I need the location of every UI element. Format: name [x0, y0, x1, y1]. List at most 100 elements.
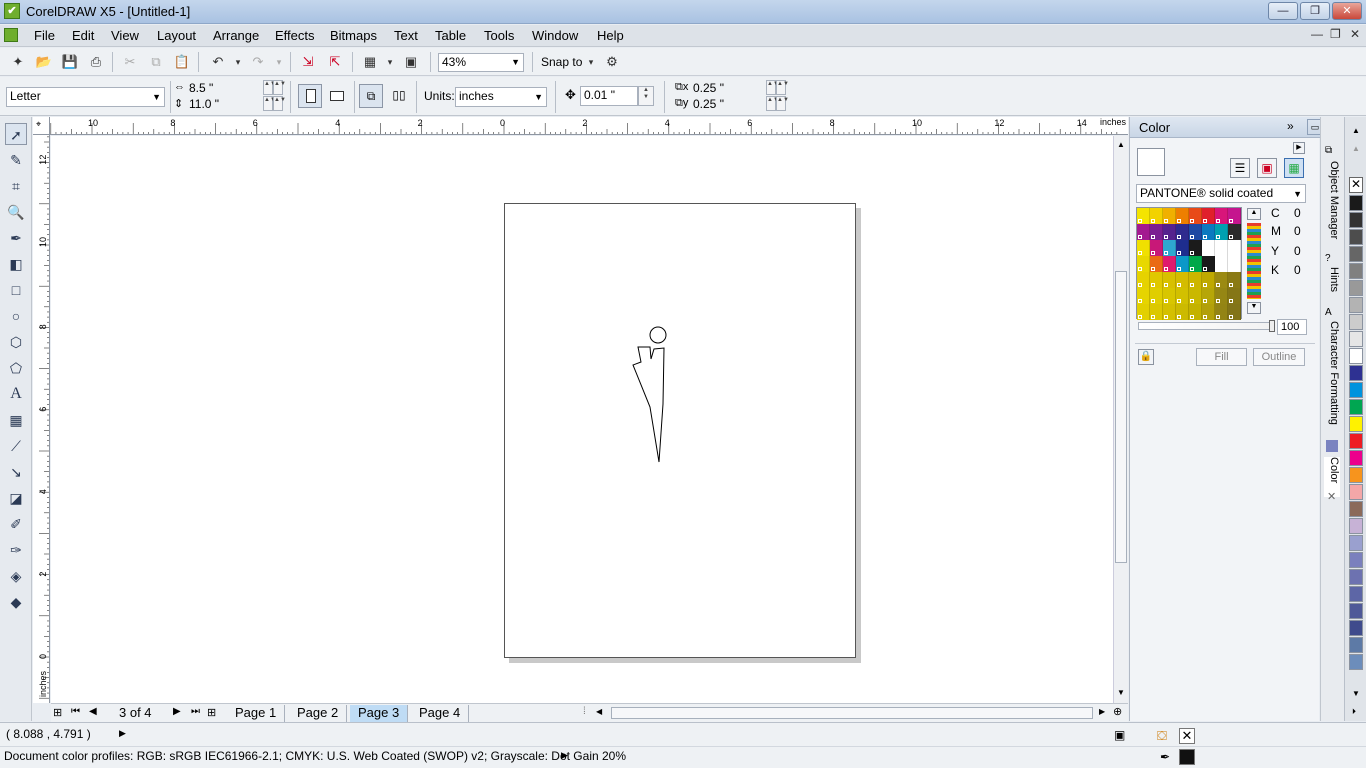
pantone-swatch[interactable]: [1163, 256, 1176, 272]
smart-fill-icon[interactable]: ◧: [5, 253, 27, 275]
swatch-scroll-down-icon[interactable]: ▼: [1247, 302, 1261, 314]
dimension-tool-icon[interactable]: ⟋: [5, 435, 27, 457]
vertical-ruler[interactable]: 12 10 8 6 4 2 0 inches: [33, 135, 50, 703]
menu-layout[interactable]: Layout: [157, 28, 196, 43]
ruler-origin[interactable]: ⌖: [33, 117, 50, 135]
all-pages-button[interactable]: ⧉: [359, 84, 383, 108]
pantone-swatch[interactable]: [1202, 304, 1215, 320]
pantone-swatch[interactable]: [1202, 224, 1215, 240]
pantone-swatch[interactable]: [1150, 256, 1163, 272]
menu-effects[interactable]: Effects: [275, 28, 315, 43]
palette-color-swatch[interactable]: [1349, 280, 1363, 296]
fill-button[interactable]: Fill: [1196, 348, 1247, 366]
options-icon[interactable]: ⚙: [602, 52, 622, 72]
width-lock[interactable]: ▲▼: [273, 80, 286, 95]
document-icon[interactable]: [4, 28, 18, 42]
last-page-icon[interactable]: ⏭: [191, 706, 200, 717]
palette-color-swatch[interactable]: [1349, 263, 1363, 279]
outline-button[interactable]: Outline: [1253, 348, 1305, 366]
palette-color-swatch[interactable]: [1349, 654, 1363, 670]
pantone-swatch[interactable]: [1163, 304, 1176, 320]
pantone-swatch[interactable]: [1137, 256, 1150, 272]
pantone-swatch[interactable]: [1202, 240, 1215, 256]
open-icon[interactable]: 📂: [34, 52, 54, 72]
cut-icon[interactable]: ✂: [120, 52, 140, 72]
palette-color-swatch[interactable]: [1349, 603, 1363, 619]
palette-color-swatch[interactable]: [1349, 450, 1363, 466]
pantone-swatch[interactable]: [1150, 224, 1163, 240]
palette-color-swatch[interactable]: [1349, 314, 1363, 330]
freehand-tool-icon[interactable]: ✒: [5, 227, 27, 249]
palette-color-swatch[interactable]: [1349, 552, 1363, 568]
palette-color-swatch[interactable]: [1349, 212, 1363, 228]
doc-minimize-button[interactable]: —: [1311, 27, 1323, 41]
blend-tool-icon[interactable]: ◪: [5, 487, 27, 509]
pantone-swatch[interactable]: [1137, 208, 1150, 224]
tab-character-formatting[interactable]: Character Formatting: [1324, 321, 1340, 441]
palette-color-swatch[interactable]: [1349, 501, 1363, 517]
menu-bitmaps[interactable]: Bitmaps: [330, 28, 377, 43]
palette-color-swatch[interactable]: [1349, 620, 1363, 636]
scroll-thumb[interactable]: [1115, 271, 1127, 563]
pantone-swatch[interactable]: [1228, 208, 1241, 224]
minimize-button[interactable]: —: [1268, 2, 1298, 20]
duplicate-x-field[interactable]: 0.25 ": [690, 80, 766, 96]
basic-shapes-icon[interactable]: ⬠: [5, 357, 27, 379]
undo-icon[interactable]: ↶: [208, 52, 228, 72]
dup-y-spinner-b[interactable]: ▲▼: [776, 96, 789, 111]
height-lock[interactable]: ▲▼: [273, 96, 286, 111]
menu-edit[interactable]: Edit: [72, 28, 94, 43]
nudge-spinner[interactable]: ▲ ▼: [638, 86, 654, 106]
interactive-fill-icon[interactable]: ◆: [5, 591, 27, 613]
no-color-icon[interactable]: ✕: [1349, 177, 1363, 193]
paper-size-select[interactable]: Letter ▼: [6, 87, 165, 107]
palette-select[interactable]: PANTONE® solid coated ▼: [1136, 184, 1306, 203]
page-tab-1[interactable]: Page 1: [227, 705, 286, 722]
menu-arrange[interactable]: Arrange: [213, 28, 259, 43]
pantone-swatch[interactable]: [1176, 208, 1189, 224]
crop-tool-icon[interactable]: ⌗: [5, 175, 27, 197]
pantone-swatch[interactable]: [1163, 240, 1176, 256]
palette-color-swatch[interactable]: [1349, 484, 1363, 500]
pantone-swatch[interactable]: [1137, 304, 1150, 320]
horizontal-ruler[interactable]: 10 8 6 4 2 0 2 4 6 8 10 12 14 inches: [50, 117, 1128, 135]
splitter-handle[interactable]: ⁞: [583, 706, 586, 717]
palette-color-swatch[interactable]: [1349, 195, 1363, 211]
pantone-swatch[interactable]: [1150, 272, 1163, 288]
page-width-field[interactable]: 8.5 ": [186, 80, 262, 96]
scroll-down-icon[interactable]: ▼: [1117, 688, 1125, 697]
palette-color-swatch[interactable]: [1349, 365, 1363, 381]
fill-color-indicator[interactable]: ✕: [1179, 728, 1195, 744]
undo-dropdown-icon[interactable]: ▾: [232, 57, 244, 68]
page-height-field[interactable]: 11.0 ": [186, 96, 262, 112]
pantone-swatch[interactable]: [1202, 256, 1215, 272]
coreldraw-app-icon[interactable]: ✔: [4, 3, 20, 19]
horizontal-scroll-thumb[interactable]: [611, 707, 1093, 719]
pantone-swatch[interactable]: [1176, 288, 1189, 304]
launcher-dropdown-icon[interactable]: ▾: [384, 57, 396, 68]
menu-text[interactable]: Text: [394, 28, 418, 43]
duplicate-y-field[interactable]: 0.25 ": [690, 96, 766, 112]
pantone-swatch[interactable]: [1150, 208, 1163, 224]
scroll-left-icon[interactable]: ◀: [596, 707, 602, 716]
pantone-swatch[interactable]: [1137, 240, 1150, 256]
redo-icon[interactable]: ↷: [248, 52, 268, 72]
page-tab-2[interactable]: Page 2: [289, 705, 348, 722]
nudge-distance-field[interactable]: 0.01 ": [580, 86, 638, 106]
pantone-swatch[interactable]: [1150, 288, 1163, 304]
redo-dropdown-icon[interactable]: ▾: [273, 57, 285, 68]
pantone-swatch[interactable]: [1215, 304, 1228, 320]
tab-hints[interactable]: Hints: [1324, 267, 1340, 307]
page-tab-4[interactable]: Page 4: [411, 705, 470, 722]
new-icon[interactable]: ✦: [8, 52, 28, 72]
outline-color-indicator[interactable]: [1179, 749, 1195, 765]
pantone-swatch[interactable]: [1215, 272, 1228, 288]
pantone-swatch[interactable]: [1176, 304, 1189, 320]
page-border[interactable]: [504, 203, 856, 658]
pantone-swatch[interactable]: [1176, 272, 1189, 288]
pantone-swatch[interactable]: [1215, 256, 1228, 272]
units-select[interactable]: inches ▼: [455, 87, 547, 107]
palette-color-swatch[interactable]: [1349, 331, 1363, 347]
ellipse-tool-icon[interactable]: ○: [5, 305, 27, 327]
pantone-swatch[interactable]: [1150, 240, 1163, 256]
